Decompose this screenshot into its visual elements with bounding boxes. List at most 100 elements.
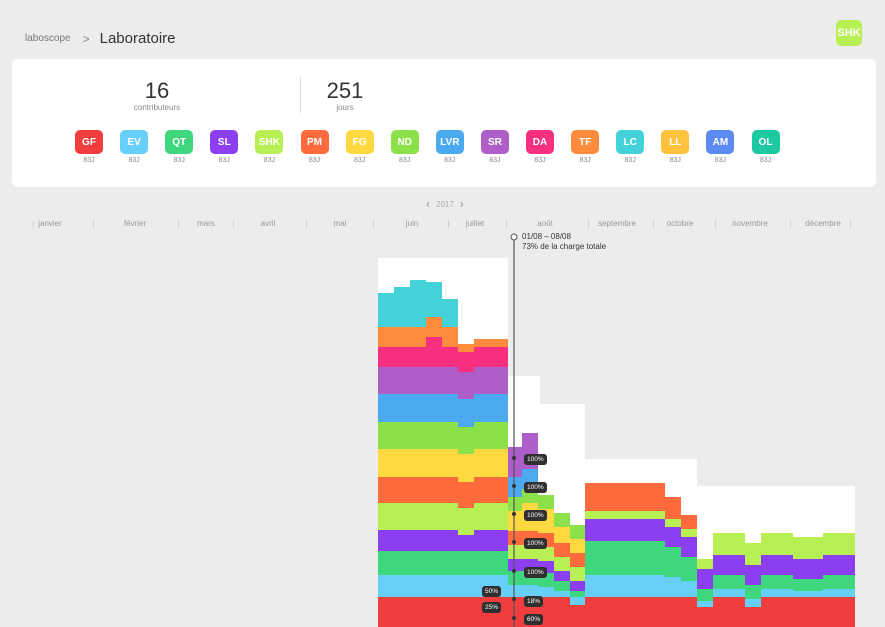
chart-band-gf[interactable] bbox=[442, 597, 458, 627]
chart-band-qt[interactable] bbox=[378, 551, 394, 575]
chart-band-da[interactable] bbox=[442, 347, 458, 367]
chart-band-qt[interactable] bbox=[442, 551, 458, 575]
chart-band-lvr[interactable] bbox=[442, 394, 458, 422]
chart-band-pm[interactable] bbox=[474, 477, 490, 503]
chart-band-qt[interactable] bbox=[426, 551, 442, 575]
chart-band-sl[interactable] bbox=[823, 555, 855, 575]
chart-band-qt[interactable] bbox=[410, 551, 426, 575]
chart-band-gf[interactable] bbox=[713, 597, 745, 627]
chart-band-sl[interactable] bbox=[508, 559, 522, 571]
chart-band-nd[interactable] bbox=[570, 525, 585, 539]
chart-band-sl[interactable] bbox=[745, 565, 761, 585]
chart-band-gf[interactable] bbox=[649, 597, 665, 627]
chart-band-da[interactable] bbox=[474, 347, 490, 367]
chart-band-pm[interactable] bbox=[394, 477, 410, 503]
chart-band-da[interactable] bbox=[426, 337, 442, 367]
chart-band-gf[interactable] bbox=[378, 597, 394, 627]
workload-chart[interactable] bbox=[0, 0, 885, 627]
chart-band-qt[interactable] bbox=[681, 557, 697, 581]
chart-band-gf[interactable] bbox=[426, 597, 442, 627]
chart-band-tf[interactable] bbox=[394, 327, 410, 347]
chart-band-ev[interactable] bbox=[713, 589, 745, 597]
chart-band-ev[interactable] bbox=[426, 575, 442, 597]
chart-band-qt[interactable] bbox=[649, 541, 665, 575]
chart-band-gf[interactable] bbox=[681, 597, 697, 627]
chart-band-nd[interactable] bbox=[410, 422, 426, 449]
chart-band-shk[interactable] bbox=[508, 545, 522, 559]
chart-band-gf[interactable] bbox=[570, 605, 585, 627]
chart-band-sr[interactable] bbox=[458, 372, 474, 399]
chart-band-lvr[interactable] bbox=[426, 394, 442, 422]
chart-band-shk[interactable] bbox=[745, 543, 761, 565]
chart-band-lc[interactable] bbox=[378, 293, 394, 311]
chart-band-ev[interactable] bbox=[665, 577, 681, 597]
chart-band-lc[interactable] bbox=[442, 307, 458, 327]
chart-band-qt[interactable] bbox=[394, 551, 410, 575]
chart-band-shk[interactable] bbox=[823, 533, 855, 555]
chart-band-gf[interactable] bbox=[665, 597, 681, 627]
chart-band-tf[interactable] bbox=[378, 327, 394, 347]
chart-band-shk[interactable] bbox=[442, 503, 458, 530]
chart-band-sl[interactable] bbox=[570, 581, 585, 591]
chart-band-da[interactable] bbox=[410, 347, 426, 367]
chart-band-gf[interactable] bbox=[458, 597, 474, 627]
chart-band-sr[interactable] bbox=[378, 367, 394, 394]
chart-band-nd[interactable] bbox=[442, 422, 458, 449]
chart-band-gf[interactable] bbox=[745, 607, 761, 627]
chart-band-qt[interactable] bbox=[745, 585, 761, 599]
chart-band-da[interactable] bbox=[378, 347, 394, 367]
chart-band-pm[interactable] bbox=[490, 477, 508, 503]
chart-band-lc[interactable] bbox=[426, 297, 442, 317]
chart-band-qt[interactable] bbox=[697, 589, 713, 601]
chart-band-nd[interactable] bbox=[554, 513, 570, 527]
chart-band-shk[interactable] bbox=[713, 533, 745, 555]
chart-band-shk[interactable] bbox=[426, 503, 442, 530]
chart-band-shk[interactable] bbox=[394, 503, 410, 530]
chart-band-pm[interactable] bbox=[585, 483, 649, 511]
chart-band-ev[interactable] bbox=[378, 575, 394, 597]
chart-band-fg[interactable] bbox=[442, 449, 458, 477]
chart-band-da[interactable] bbox=[458, 352, 474, 372]
chart-band-shk[interactable] bbox=[697, 559, 713, 569]
chart-band-shk[interactable] bbox=[681, 529, 697, 537]
chart-band-tf[interactable] bbox=[410, 327, 426, 347]
chart-band-sl[interactable] bbox=[793, 559, 823, 579]
chart-band-gf[interactable] bbox=[410, 597, 426, 627]
chart-band-sl[interactable] bbox=[665, 527, 681, 547]
chart-band-pm[interactable] bbox=[554, 543, 570, 557]
chart-band-nd[interactable] bbox=[458, 427, 474, 454]
chart-band-nd[interactable] bbox=[508, 497, 522, 511]
chart-band-shk[interactable] bbox=[490, 503, 508, 530]
chart-band-ev[interactable] bbox=[410, 575, 426, 597]
chart-band-qt[interactable] bbox=[823, 575, 855, 589]
chart-band-gf[interactable] bbox=[823, 597, 855, 627]
chart-band-gf[interactable] bbox=[508, 597, 522, 627]
chart-band-lc[interactable] bbox=[394, 307, 410, 327]
chart-band-gf[interactable] bbox=[793, 597, 823, 627]
chart-band-ev[interactable] bbox=[394, 575, 410, 597]
chart-band-lc[interactable] bbox=[394, 287, 410, 307]
chart-band-sl[interactable] bbox=[394, 530, 410, 551]
chart-band-sl[interactable] bbox=[458, 535, 474, 551]
chart-band-ev[interactable] bbox=[458, 575, 474, 597]
chart-band-sl[interactable] bbox=[442, 530, 458, 551]
chart-band-pm[interactable] bbox=[378, 477, 394, 503]
chart-band-sr[interactable] bbox=[442, 367, 458, 394]
chart-band-pm[interactable] bbox=[442, 477, 458, 503]
chart-band-pm[interactable] bbox=[570, 553, 585, 567]
chart-band-sl[interactable] bbox=[649, 519, 665, 541]
chart-band-lc[interactable] bbox=[426, 282, 442, 297]
chart-band-nd[interactable] bbox=[474, 422, 490, 449]
chart-band-sr[interactable] bbox=[410, 367, 426, 394]
chart-band-tf[interactable] bbox=[426, 317, 442, 337]
chart-band-sl[interactable] bbox=[681, 537, 697, 557]
chart-band-lvr[interactable] bbox=[474, 394, 490, 422]
chart-band-tf[interactable] bbox=[474, 339, 490, 347]
chart-band-ev[interactable] bbox=[554, 591, 570, 597]
chart-band-shk[interactable] bbox=[665, 519, 681, 527]
chart-band-shk[interactable] bbox=[378, 503, 394, 530]
chart-band-lc[interactable] bbox=[378, 311, 394, 327]
chart-band-tf[interactable] bbox=[442, 327, 458, 347]
chart-band-shk[interactable] bbox=[538, 547, 554, 561]
chart-band-sl[interactable] bbox=[490, 530, 508, 551]
